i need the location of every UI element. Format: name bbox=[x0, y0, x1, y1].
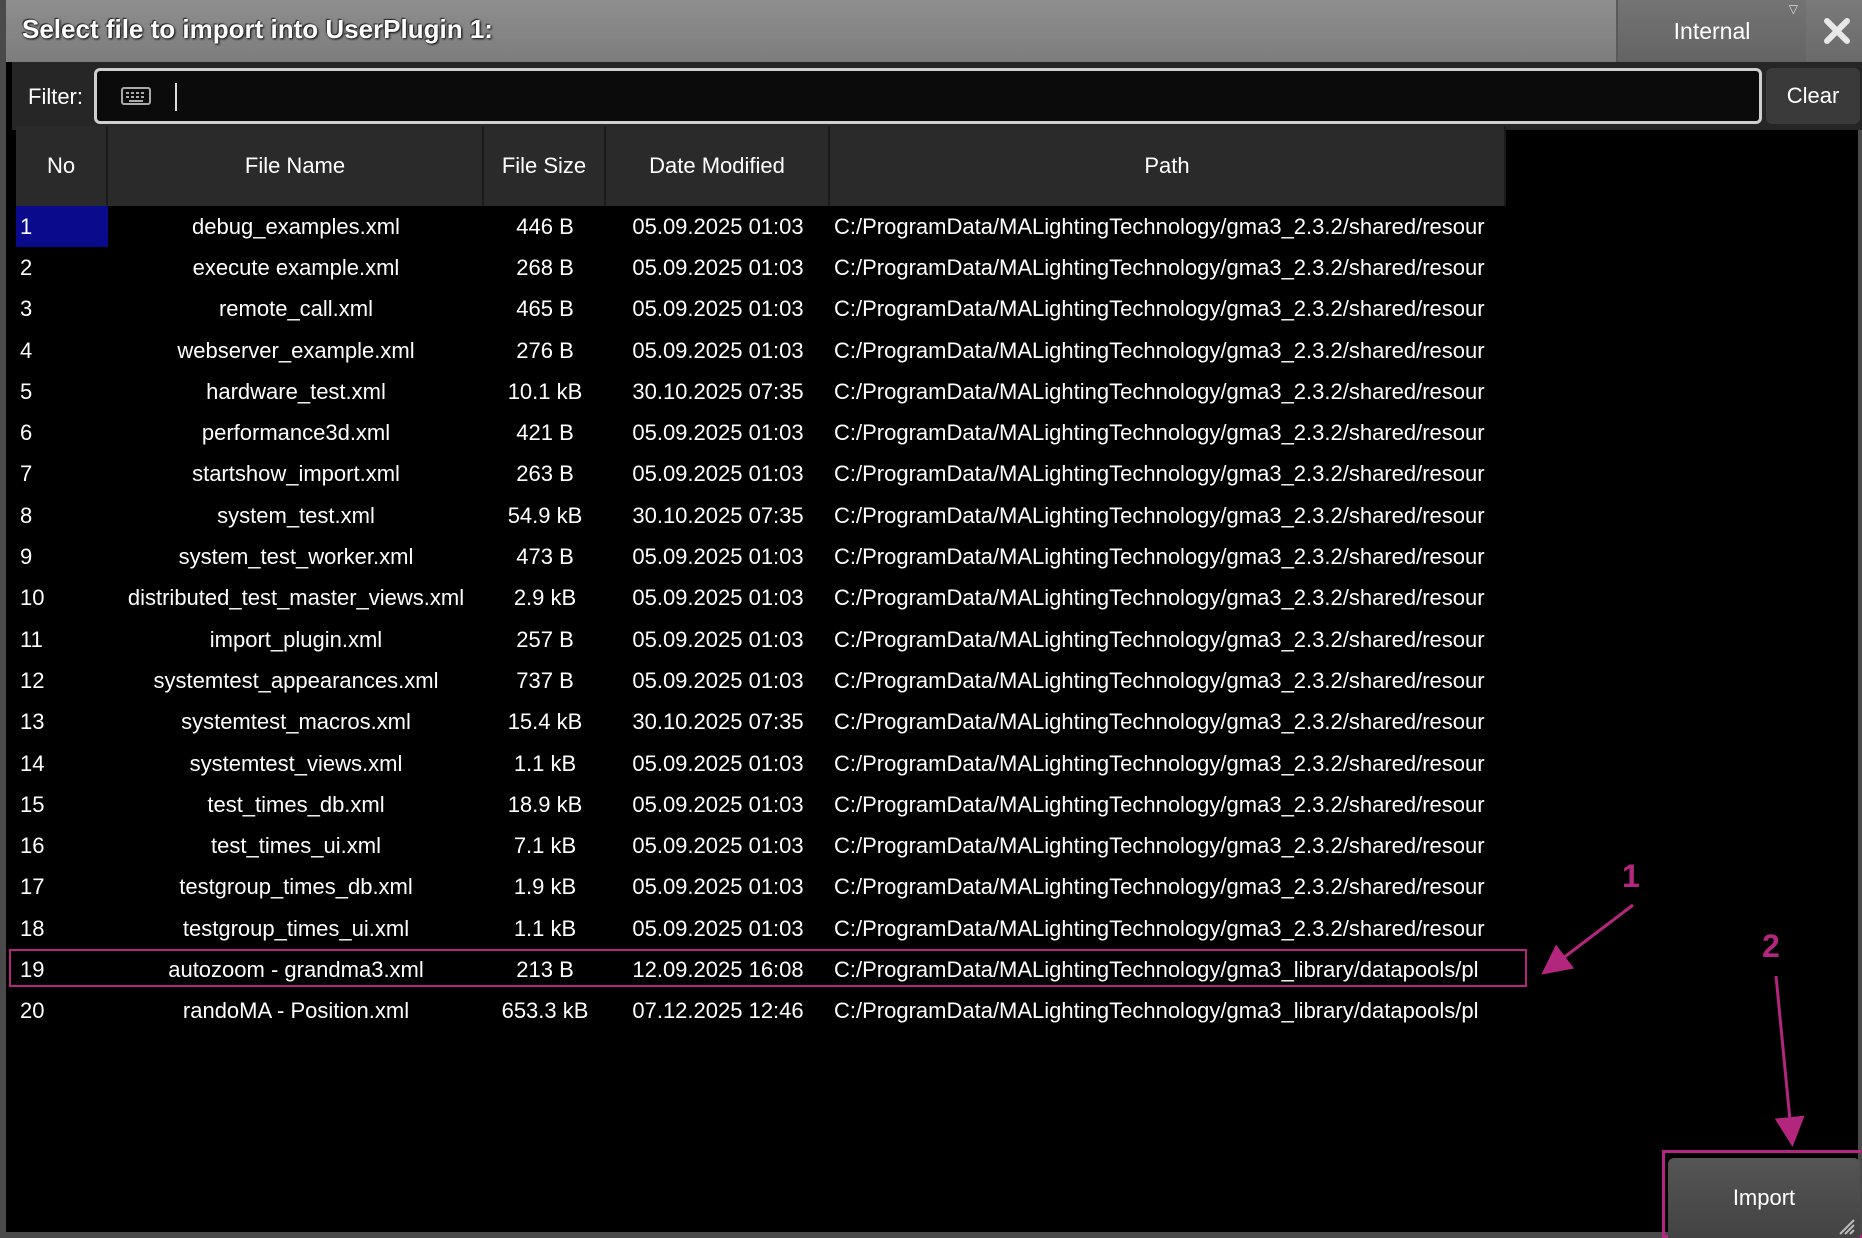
annotation-arrows bbox=[1541, 903, 1805, 1147]
resize-grip-icon[interactable] bbox=[1834, 1214, 1856, 1236]
annotation-arrow-2 bbox=[1774, 975, 1805, 1147]
annotation-marker-2: 2 bbox=[1762, 928, 1780, 964]
annotation-marker-1: 1 bbox=[1622, 858, 1640, 894]
annotation-arrow-1 bbox=[1541, 903, 1634, 975]
import-button[interactable]: Import bbox=[1668, 1158, 1860, 1238]
import-dialog: Select file to import into UserPlugin 1:… bbox=[0, 0, 1862, 1238]
import-label: Import bbox=[1732, 1185, 1796, 1210]
